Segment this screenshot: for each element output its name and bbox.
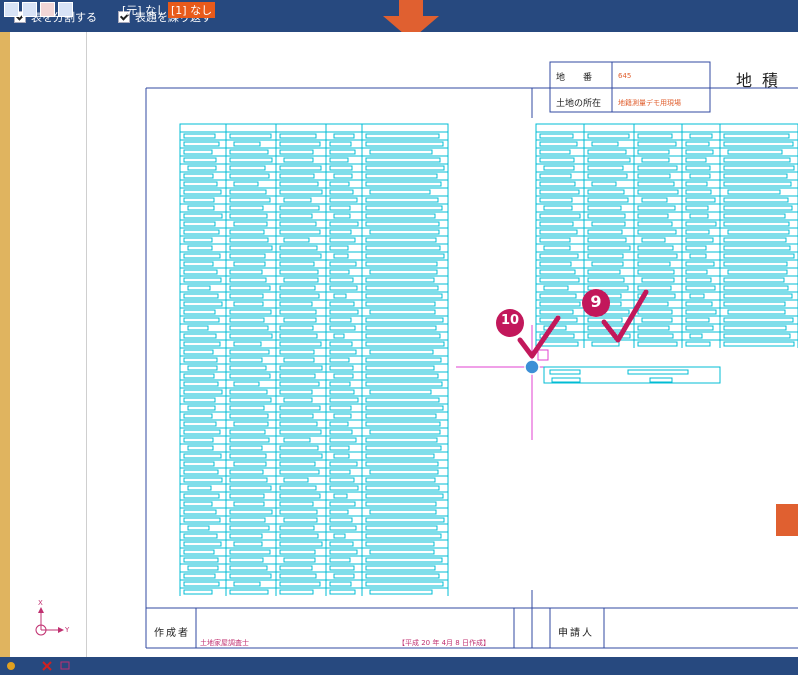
drawing-canvas[interactable]: [10, 32, 798, 657]
source-layer-text: [元] なし: [122, 4, 168, 17]
open-file-button[interactable]: [4, 2, 19, 17]
creator-value: 土地家屋調査士: [200, 639, 249, 647]
step-9-badge: 9: [590, 292, 602, 311]
step-10-badge: 10: [500, 313, 520, 328]
layer-settings-button[interactable]: [58, 2, 73, 17]
lot-number-value: 645: [618, 72, 632, 80]
creator-label: 作成者: [154, 628, 190, 639]
copy-window-button[interactable]: [22, 2, 37, 17]
status-bar: [0, 657, 798, 675]
axis-y-label: Y: [65, 626, 70, 634]
applicant-label: 申請人: [558, 628, 594, 639]
lot-number-label: 地 番: [556, 73, 593, 83]
date-text: 【平成 20 年 4月 8 日作成】: [398, 639, 490, 647]
current-layer-text[interactable]: [1] なし: [168, 2, 216, 18]
location-label: 土地の所在: [556, 99, 602, 109]
axis-indicator: [35, 607, 64, 636]
canvas-divider: [86, 32, 87, 657]
sheet-title: 地積: [736, 71, 789, 90]
axis-x-label: X: [38, 599, 43, 607]
location-value: 地籍測量デモ用現場: [618, 99, 681, 107]
close-window-button[interactable]: [40, 2, 55, 17]
